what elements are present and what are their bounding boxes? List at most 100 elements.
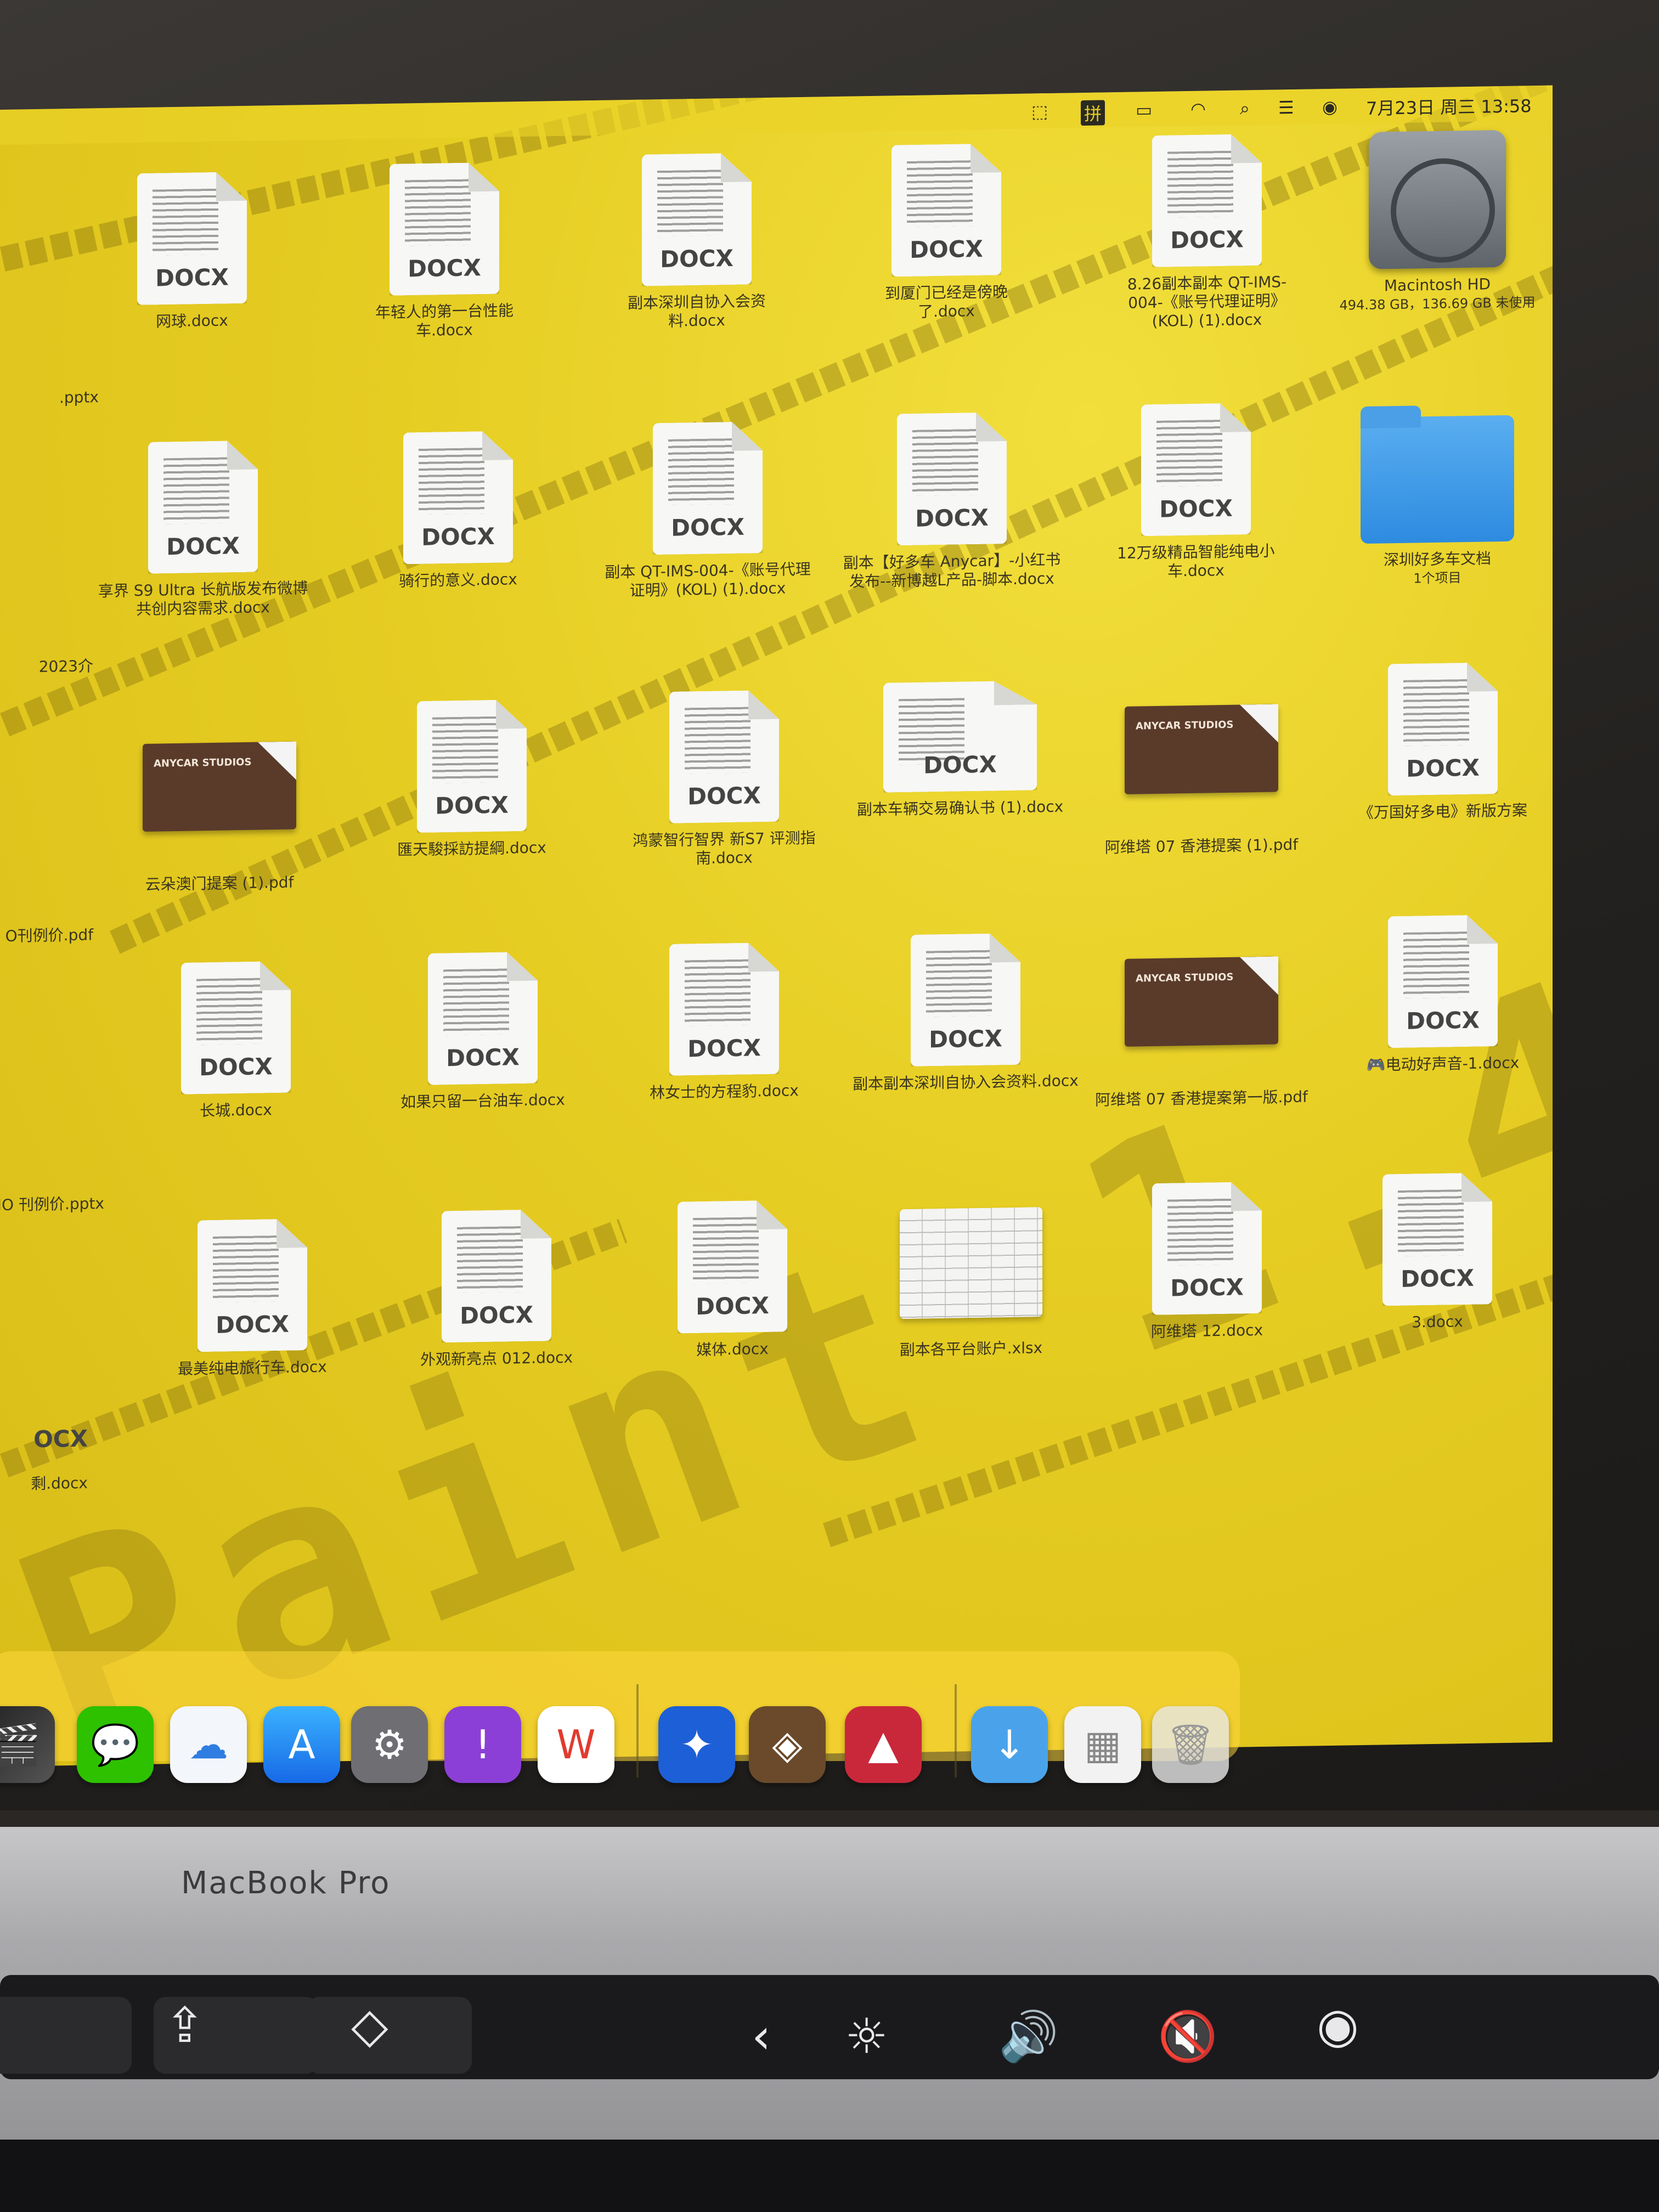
- file-type-label: DOCX: [660, 244, 733, 273]
- system-settings-icon[interactable]: ⚙: [351, 1706, 428, 1783]
- wifi-icon[interactable]: ◠: [1190, 98, 1206, 119]
- desktop-item-partial[interactable]: OCX 剩.docx: [0, 1359, 88, 1495]
- touchbar-key[interactable]: [307, 1997, 472, 2074]
- pdf-thumbnail: ANYCAR STUDIOS: [1125, 704, 1278, 794]
- file-name: 阿维塔 07 香港提案 (1).pdf: [1104, 835, 1299, 857]
- desktop-file-docx[interactable]: DOCX 匯天駿採訪提綱.docx: [390, 699, 554, 860]
- file-type-label: DOCX: [687, 1034, 761, 1063]
- app-store-icon[interactable]: A: [263, 1706, 340, 1783]
- desktop-file-pdf[interactable]: ANYCAR STUDIOS 阿维塔 07 香港提案第一版.pdf: [1092, 923, 1311, 1109]
- chevron-left-icon[interactable]: ‹: [752, 2008, 771, 2064]
- desktop-file-docx[interactable]: DOCX 12万级精品智能纯电小车.docx: [1092, 402, 1300, 582]
- arc-browser-icon[interactable]: ✦: [658, 1706, 735, 1783]
- desktop-file-xlsx[interactable]: 副本各平台账户.xlsx: [889, 1207, 1053, 1360]
- desktop-file-docx[interactable]: DOCX 骑行的意义.docx: [376, 431, 540, 591]
- file-name: 阿维塔 07 香港提案第一版.pdf: [1095, 1087, 1308, 1109]
- file-name: 🎮电动好声音-1.docx: [1366, 1053, 1520, 1074]
- focus-icon[interactable]: ⬚: [1031, 101, 1048, 122]
- red-app-icon[interactable]: ▲: [845, 1706, 922, 1783]
- volume-icon[interactable]: 🔊: [998, 2008, 1059, 2065]
- desktop-file-docx[interactable]: DOCX 网球.docx: [110, 171, 274, 332]
- file-name: 副本副本深圳自协入会资料.docx: [853, 1071, 1079, 1093]
- feedback-icon[interactable]: !: [444, 1706, 521, 1783]
- file-type-label: DOCX: [1401, 1264, 1474, 1293]
- desktop-file-docx[interactable]: DOCX 最美纯电旅行车.docx: [170, 1218, 335, 1379]
- downloads-folder-icon[interactable]: ↓: [971, 1706, 1048, 1783]
- desktop-item-partial[interactable]: O刊例价.pdf: [0, 827, 93, 947]
- file-type-label: DOCX: [915, 504, 989, 532]
- file-type-label: DOCX: [460, 1301, 533, 1329]
- file-name: 媒体.docx: [696, 1339, 769, 1359]
- desktop-file-docx[interactable]: DOCX 3.docx: [1355, 1172, 1520, 1333]
- desktop-file-docx[interactable]: DOCX 副本 QT-IMS-004-《账号代理证明》(KOL) (1).doc…: [603, 421, 812, 601]
- desktop-file-pdf[interactable]: ANYCAR STUDIOS 阿维塔 07 香港提案 (1).pdf: [1103, 671, 1300, 857]
- input-method-indicator[interactable]: 拼: [1081, 100, 1105, 126]
- final-cut-pro-icon[interactable]: 🎬: [0, 1706, 55, 1783]
- desktop-file-docx[interactable]: DOCX 长城.docx: [154, 961, 318, 1121]
- desktop-file-docx[interactable]: DOCX 🎮电动好声音-1.docx: [1350, 914, 1536, 1075]
- screenshot-thumbnail-icon[interactable]: ▦: [1064, 1706, 1141, 1783]
- desktop-file-docx[interactable]: DOCX 如果只留一台油车.docx: [400, 951, 565, 1112]
- hearthstone-icon[interactable]: ◈: [749, 1706, 826, 1783]
- desktop-file-docx[interactable]: DOCX 副本深圳自协入会资料.docx: [614, 153, 779, 332]
- file-type-label: DOCX: [199, 1053, 273, 1081]
- siri-icon[interactable]: ◉: [1317, 1997, 1359, 2053]
- desktop-file-docx[interactable]: DOCX 副本【好多车 Anycar】-小红书发布--新博越L产品-脚本.doc…: [839, 411, 1064, 591]
- desktop-file-docx[interactable]: DOCX 鸿蒙智行智界 新S7 评测指南.docx: [631, 690, 817, 869]
- desktop-file-docx[interactable]: DOCX 外观新亮点 012.docx: [414, 1209, 579, 1369]
- desktop-file-docx[interactable]: DOCX 8.26副本副本 QT-IMS-004-《账号代理证明》(KOL) (…: [1114, 133, 1300, 331]
- file-type-label: DOCX: [1406, 754, 1480, 782]
- file-name: 外观新亮点 012.docx: [420, 1348, 573, 1369]
- desktop-file-docx[interactable]: DOCX 《万国好多电》新版方案: [1355, 662, 1531, 822]
- desktop-file-docx[interactable]: DOCX 媒体.docx: [650, 1200, 815, 1361]
- desktop-file-docx[interactable]: DOCX 副本副本深圳自协入会资料.docx: [850, 932, 1081, 1094]
- desktop-file-docx[interactable]: DOCX 享界 S9 Ultra 长航版发布微博共创内容需求.docx: [93, 439, 313, 619]
- folder-name: 深圳好多车文档: [1383, 549, 1491, 569]
- drive-info: 494.38 GB，136.69 GB 未使用: [1339, 295, 1536, 313]
- spotlight-search-icon[interactable]: ⌕: [1240, 98, 1250, 119]
- tag-icon[interactable]: ◇: [351, 1997, 388, 2053]
- desktop-file-docx[interactable]: DOCX 阿维塔 12.docx: [1125, 1181, 1289, 1342]
- file-type-label: DOCX: [155, 263, 229, 292]
- desktop-file-docx[interactable]: DOCX 年轻人的第一台性能车.docx: [362, 162, 527, 341]
- trash-icon[interactable]: 🗑: [1152, 1706, 1229, 1783]
- file-name: 副本车辆交易确认书 (1).docx: [856, 797, 1064, 819]
- wps-office-icon[interactable]: W: [538, 1706, 614, 1783]
- battery-icon[interactable]: ▭: [1136, 99, 1152, 120]
- file-name: 2023介: [38, 657, 93, 676]
- desktop-item-partial[interactable]: IO 刊例价.pptx: [0, 1096, 104, 1216]
- file-name: 8.26副本副本 QT-IMS-004-《账号代理证明》(KOL) (1).do…: [1127, 273, 1287, 331]
- desktop-drive-macintosh-hd[interactable]: Macintosh HD 494.38 GB，136.69 GB 未使用: [1339, 129, 1536, 315]
- file-type-label: DOCX: [166, 532, 240, 561]
- brightness-icon[interactable]: ☼: [845, 2008, 888, 2064]
- desktop-file-docx[interactable]: DOCX 到厦门已经是傍晚了.docx: [864, 143, 1029, 323]
- file-name: O刊例价.pdf: [5, 926, 93, 945]
- mute-icon[interactable]: 🔇: [1158, 2008, 1218, 2065]
- file-type-label: DOCX: [1170, 225, 1244, 254]
- dock-separator: [955, 1684, 957, 1778]
- file-name: 如果只留一台油车.docx: [400, 1090, 565, 1111]
- wallpaper-stripe: [110, 191, 1553, 954]
- file-name: 《万国好多电》新版方案: [1358, 801, 1527, 822]
- desktop-folder[interactable]: 深圳好多车文档 1个项目: [1350, 404, 1525, 589]
- menu-bar-clock[interactable]: 7月23日 周三 13:58: [1366, 92, 1532, 120]
- desktop-item-partial[interactable]: 2023介: [0, 558, 93, 678]
- xlsx-thumbnail: [900, 1207, 1042, 1319]
- desktop-file-docx[interactable]: DOCX 副本车辆交易确认书 (1).docx: [856, 680, 1064, 820]
- share-icon[interactable]: ⇪: [165, 1997, 205, 2053]
- desktop-file-pdf[interactable]: ANYCAR STUDIOS 云朵澳门提案 (1).pdf: [137, 708, 302, 894]
- baidu-netdisk-icon[interactable]: ☁: [170, 1706, 247, 1783]
- touchbar-key[interactable]: [0, 1997, 132, 2074]
- file-type-label: DOCX: [687, 782, 761, 810]
- file-name: 林女士的方程豹.docx: [650, 1081, 799, 1102]
- file-name: 3.docx: [1412, 1312, 1463, 1331]
- file-type-label: DOCX: [408, 254, 481, 283]
- wechat-icon[interactable]: 💬: [77, 1706, 154, 1783]
- file-type-label: DOCX: [910, 235, 983, 263]
- desktop-item-partial[interactable]: .pptx: [0, 289, 99, 409]
- dock-separator: [636, 1684, 639, 1778]
- file-type-label: DOCX: [671, 513, 744, 541]
- control-center-icon[interactable]: ☰: [1278, 97, 1294, 118]
- desktop-file-docx[interactable]: DOCX 林女士的方程豹.docx: [642, 942, 806, 1103]
- siri-icon[interactable]: ◉: [1322, 97, 1338, 117]
